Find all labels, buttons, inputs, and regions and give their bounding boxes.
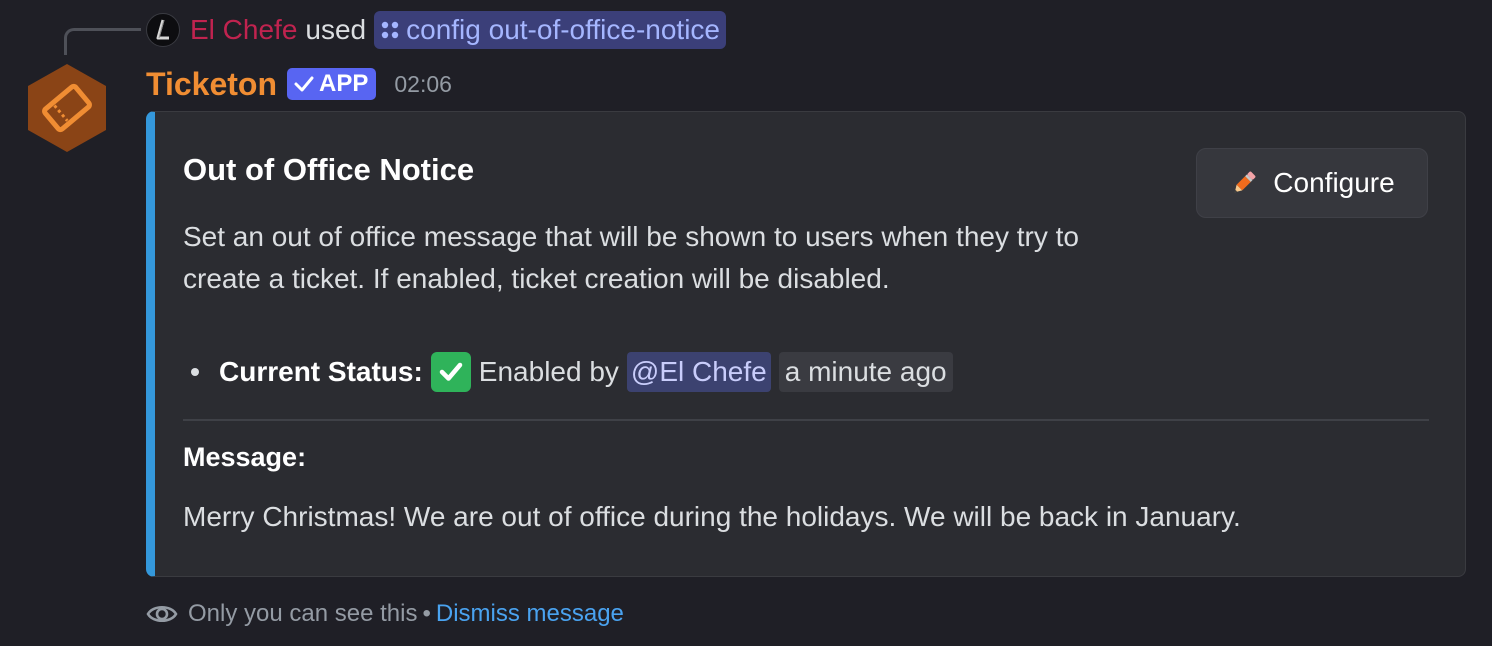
- app-badge-label: APP: [319, 70, 369, 97]
- interaction-header: El Chefe used config out-of-office-notic…: [146, 8, 727, 52]
- author-name[interactable]: Ticketon: [146, 66, 277, 103]
- dismiss-message-link[interactable]: Dismiss message: [436, 600, 624, 628]
- status-list-item: Current Status: Enabled by @El Chefe a m…: [191, 350, 953, 394]
- ephemeral-notice: Only you can see this: [188, 600, 418, 627]
- reply-connector-line: [64, 28, 141, 55]
- relative-timestamp[interactable]: a minute ago: [778, 352, 953, 392]
- slash-command-chip[interactable]: config out-of-office-notice: [374, 11, 727, 49]
- embed-card: Out of Office Notice Set an out of offic…: [146, 111, 1466, 577]
- interaction-verb: used: [305, 14, 367, 45]
- interaction-username[interactable]: El Chefe: [190, 14, 297, 46]
- ticket-logo-icon: [28, 64, 106, 152]
- message-field-value: Merry Christmas! We are out of office du…: [183, 501, 1241, 532]
- message-timestamp[interactable]: 02:06: [394, 71, 452, 98]
- app-badge: APP: [287, 68, 377, 100]
- message-header: Ticketon APP 02:06: [146, 62, 452, 106]
- bot-avatar[interactable]: [26, 62, 108, 154]
- pencil-icon: [1235, 171, 1256, 193]
- status-text: Enabled by: [478, 356, 619, 387]
- interaction-user-avatar[interactable]: [146, 13, 180, 47]
- embed-title: Out of Office Notice: [183, 152, 475, 187]
- user-mention[interactable]: @El Chefe: [626, 352, 771, 392]
- app-command-icon: [380, 20, 400, 40]
- configure-button[interactable]: Configure: [1196, 148, 1428, 218]
- command-name: config out-of-office-notice: [406, 14, 721, 45]
- status-label: Current Status:: [219, 356, 423, 387]
- footer-separator: •: [422, 600, 431, 627]
- message-field-label: Message:: [183, 442, 307, 472]
- check-mark-button-icon: [430, 352, 471, 392]
- embed-description: Set an out of office message that will b…: [183, 221, 1079, 294]
- eye-icon: [146, 598, 178, 630]
- user-avatar-glyph-icon: [156, 19, 169, 40]
- configure-button-label: Configure: [1273, 167, 1395, 198]
- verified-check-icon: [294, 76, 314, 92]
- embed-divider: [183, 419, 1429, 421]
- bullet-point: [191, 368, 199, 376]
- ephemeral-footer: Only you can see this • Dismiss message: [146, 596, 624, 632]
